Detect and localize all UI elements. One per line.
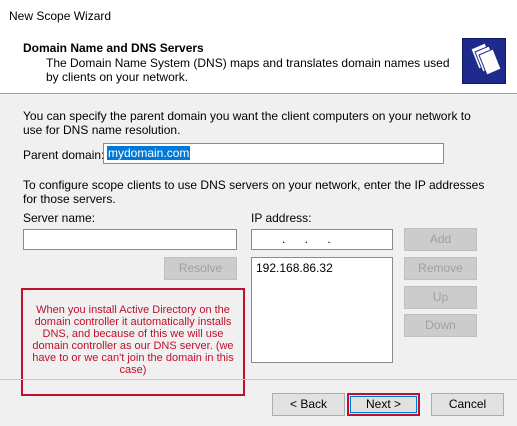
ip-address-label: IP address: [251,211,312,225]
server-name-input[interactable] [23,229,237,250]
dns-server-list[interactable]: 192.168.86.32 [251,257,393,363]
server-name-label: Server name: [23,211,96,225]
parent-domain-label: Parent domain: [23,148,105,162]
back-button[interactable]: < Back [272,393,345,416]
parent-domain-input[interactable]: mydomain.com [103,143,444,164]
annotation-text: When you install Active Directory on the… [32,304,234,376]
add-button[interactable]: Add [404,228,477,251]
up-button[interactable]: Up [404,286,477,309]
footer-divider [0,379,517,380]
header-subtitle: The Domain Name System (DNS) maps and tr… [46,56,450,84]
intro-text: You can specify the parent domain you wa… [23,109,471,137]
header-title: Domain Name and DNS Servers [23,41,204,55]
parent-domain-value: mydomain.com [107,146,191,160]
list-item[interactable]: 192.168.86.32 [256,261,333,275]
title-bar: New Scope Wizard [0,0,517,31]
down-button[interactable]: Down [404,314,477,337]
wizard-header: Domain Name and DNS Servers The Domain N… [0,31,517,94]
cancel-button[interactable]: Cancel [431,393,504,416]
configure-text: To configure scope clients to use DNS se… [23,178,485,206]
ip-address-value: . . . [282,232,339,246]
wizard-folders-icon [462,38,506,84]
ip-address-input[interactable]: . . . [251,229,393,250]
window-title: New Scope Wizard [9,9,112,23]
next-button[interactable]: Next > [347,393,420,416]
remove-button[interactable]: Remove [404,257,477,280]
resolve-button[interactable]: Resolve [164,257,237,280]
